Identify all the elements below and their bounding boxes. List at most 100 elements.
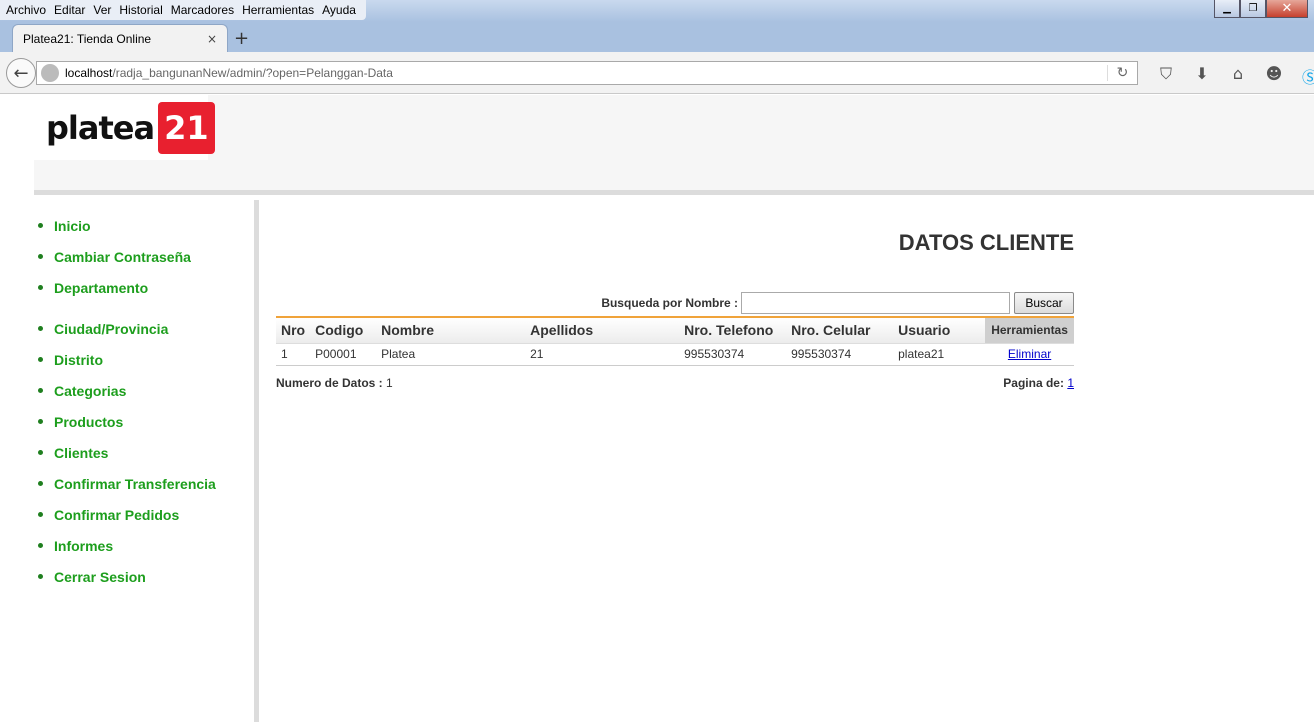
- table-footer: Numero de Datos : 1 Pagina de: 1: [276, 376, 1074, 390]
- header-apellidos: Apellidos: [525, 317, 680, 344]
- bullet-icon: [38, 254, 43, 259]
- sidebar-item-distrito[interactable]: Distrito: [34, 344, 254, 375]
- reload-icon[interactable]: ↻: [1107, 65, 1137, 81]
- record-count-value: 1: [386, 376, 393, 390]
- sidebar-item-informes[interactable]: Informes: [34, 530, 254, 561]
- tab-strip: Platea21: Tienda Online × +: [0, 22, 1314, 52]
- maximize-button[interactable]: ❐: [1240, 0, 1266, 18]
- bullet-icon: [38, 326, 43, 331]
- sidebar: Inicio Cambiar Contraseña Departamento C…: [34, 200, 259, 722]
- page-link-1[interactable]: 1: [1067, 376, 1074, 390]
- header-herramientas: Herramientas: [985, 317, 1074, 344]
- address-bar[interactable]: localhost/radja_bangunanNew/admin/?open=…: [36, 61, 1138, 85]
- bullet-icon: [38, 512, 43, 517]
- tab-title: Platea21: Tienda Online: [23, 31, 152, 46]
- back-button[interactable]: ←: [6, 58, 36, 88]
- header-usuario: Usuario: [893, 317, 986, 344]
- sidebar-item-departamento[interactable]: Departamento: [34, 272, 254, 303]
- pagination: Pagina de: 1: [1003, 376, 1074, 390]
- menu-historial[interactable]: Historial: [119, 3, 162, 17]
- bullet-icon: [38, 223, 43, 228]
- bullet-icon: [38, 419, 43, 424]
- sidebar-item-label[interactable]: Ciudad/Provincia: [54, 321, 168, 337]
- sidebar-item-confirmar-transferencia[interactable]: Confirmar Transferencia: [34, 468, 254, 499]
- tab-close-icon[interactable]: ×: [207, 32, 217, 46]
- sidebar-item-label[interactable]: Confirmar Transferencia: [54, 476, 216, 492]
- site-header: platea 21: [34, 95, 1314, 195]
- bullet-icon: [38, 543, 43, 548]
- chat-icon[interactable]: ☻: [1256, 64, 1292, 88]
- pagination-label: Pagina de:: [1003, 376, 1064, 390]
- header-nro: Nro: [276, 317, 311, 344]
- skype-icon[interactable]: Ⓢ: [1292, 64, 1314, 88]
- header-telefono: Nro. Telefono: [679, 317, 787, 344]
- logo-number: 21: [158, 101, 215, 154]
- toolbar-icons: ⛉ ⬇ ⌂ ☻ Ⓢ: [1148, 64, 1314, 88]
- sidebar-item-label[interactable]: Clientes: [54, 445, 108, 461]
- sidebar-item-categorias[interactable]: Categorias: [34, 375, 254, 406]
- menu-ver[interactable]: Ver: [93, 3, 111, 17]
- record-count: Numero de Datos : 1: [276, 376, 393, 390]
- cell-usuario: platea21: [893, 343, 986, 366]
- menu-archivo[interactable]: Archivo: [6, 3, 46, 17]
- sidebar-item-label[interactable]: Distrito: [54, 352, 103, 368]
- bullet-icon: [38, 285, 43, 290]
- cell-codigo: P00001: [310, 343, 377, 366]
- delete-link[interactable]: Eliminar: [1008, 347, 1051, 361]
- download-icon[interactable]: ⬇: [1184, 64, 1220, 88]
- menu-editar[interactable]: Editar: [54, 3, 85, 17]
- bullet-icon: [38, 388, 43, 393]
- page-content: platea 21 Inicio Cambiar Contraseña Depa…: [0, 95, 1314, 722]
- sidebar-item-label[interactable]: Departamento: [54, 280, 148, 296]
- minimize-button[interactable]: ▁: [1214, 0, 1240, 18]
- globe-icon: [41, 64, 59, 82]
- page-title: DATOS CLIENTE: [898, 230, 1074, 255]
- search-form: Busqueda por Nombre : Buscar: [601, 292, 1074, 314]
- cell-celular: 995530374: [786, 343, 894, 366]
- url-path: /radja_bangunanNew/admin/?open=Pelanggan…: [112, 66, 393, 80]
- header-celular: Nro. Celular: [786, 317, 894, 344]
- logo[interactable]: platea 21: [34, 95, 215, 160]
- sidebar-item-label[interactable]: Cerrar Sesion: [54, 569, 146, 585]
- menu-ayuda[interactable]: Ayuda: [322, 3, 356, 17]
- logo-text: platea: [46, 108, 155, 147]
- new-tab-button[interactable]: +: [234, 28, 249, 49]
- sidebar-item-confirmar-pedidos[interactable]: Confirmar Pedidos: [34, 499, 254, 530]
- clients-table: Nro Codigo Nombre Apellidos Nro. Telefon…: [276, 316, 1074, 366]
- cell-telefono: 995530374: [679, 343, 787, 366]
- sidebar-item-label[interactable]: Cambiar Contraseña: [54, 249, 191, 265]
- sidebar-item-cerrar-sesion[interactable]: Cerrar Sesion: [34, 561, 254, 592]
- url-text[interactable]: localhost/radja_bangunanNew/admin/?open=…: [65, 66, 1107, 80]
- sidebar-item-label[interactable]: Inicio: [54, 218, 91, 234]
- window-controls: ▁ ❐ ✕: [1214, 0, 1308, 18]
- bullet-icon: [38, 357, 43, 362]
- back-arrow-icon: ←: [13, 62, 29, 84]
- search-input[interactable]: [741, 292, 1010, 314]
- cell-nombre: Platea: [376, 343, 526, 366]
- record-count-label: Numero de Datos :: [276, 376, 383, 390]
- bullet-icon: [38, 481, 43, 486]
- search-button[interactable]: Buscar: [1014, 292, 1074, 314]
- sidebar-item-productos[interactable]: Productos: [34, 406, 254, 437]
- sidebar-item-inicio[interactable]: Inicio: [34, 210, 254, 241]
- home-icon[interactable]: ⌂: [1220, 64, 1256, 88]
- sidebar-item-cambiar-contrasena[interactable]: Cambiar Contraseña: [34, 241, 254, 272]
- bullet-icon: [38, 574, 43, 579]
- header-nombre: Nombre: [376, 317, 526, 344]
- tab-active[interactable]: Platea21: Tienda Online ×: [12, 24, 228, 52]
- window-close-button[interactable]: ✕: [1266, 0, 1308, 18]
- menu-herramientas[interactable]: Herramientas: [242, 3, 314, 17]
- sidebar-item-ciudad-provincia[interactable]: Ciudad/Provincia: [34, 313, 254, 344]
- menu-marcadores[interactable]: Marcadores: [171, 3, 234, 17]
- header-codigo: Codigo: [310, 317, 377, 344]
- sidebar-item-label[interactable]: Informes: [54, 538, 113, 554]
- sidebar-item-clientes[interactable]: Clientes: [34, 437, 254, 468]
- sidebar-item-label[interactable]: Confirmar Pedidos: [54, 507, 179, 523]
- menu-bar: Archivo Editar Ver Historial Marcadores …: [0, 0, 366, 20]
- sidebar-item-label[interactable]: Categorias: [54, 383, 126, 399]
- cell-nro: 1: [276, 343, 311, 366]
- search-label: Busqueda por Nombre :: [601, 296, 738, 310]
- pocket-icon[interactable]: ⛉: [1148, 64, 1184, 88]
- navigation-bar: ← localhost/radja_bangunanNew/admin/?ope…: [0, 52, 1314, 94]
- sidebar-item-label[interactable]: Productos: [54, 414, 123, 430]
